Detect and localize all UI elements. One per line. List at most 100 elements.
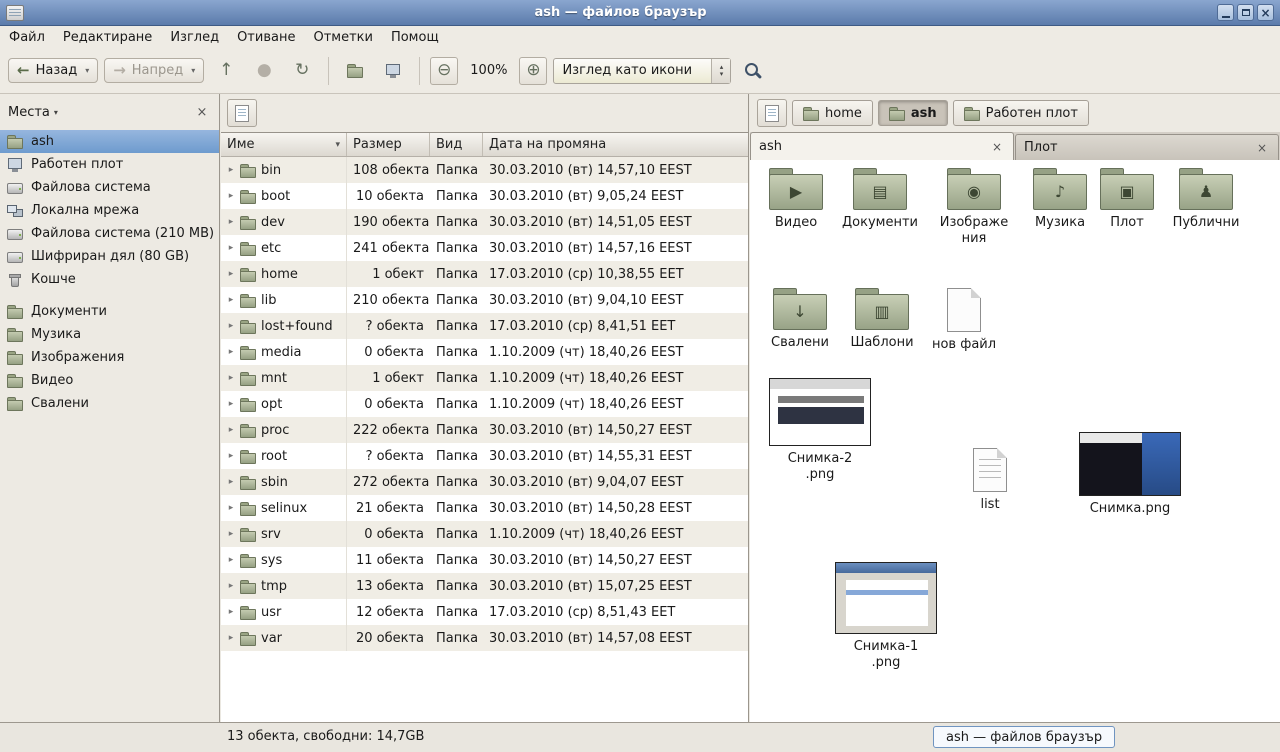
table-row[interactable]: ▸sys11 обектаПапка30.03.2010 (вт) 14,50,…	[221, 547, 748, 573]
column-header-2[interactable]: Вид	[430, 133, 483, 156]
sidebar-item-3[interactable]: Локална мрежа	[0, 199, 219, 222]
tab-0[interactable]: ash×	[750, 132, 1014, 160]
table-row[interactable]: ▸opt0 обектаПапка1.10.2009 (чт) 18,40,26…	[221, 391, 748, 417]
file-icon-item[interactable]: ♟Публични	[1164, 168, 1248, 231]
pathbar-button-2[interactable]: Работен плот	[953, 100, 1089, 126]
sidebar-item-2[interactable]: Файлова система	[0, 176, 219, 199]
sidebar-item-6[interactable]: Кошче	[0, 268, 219, 291]
expander-icon[interactable]: ▸	[225, 347, 237, 357]
computer-button[interactable]	[377, 55, 409, 87]
sidebar-close-icon[interactable]: ×	[193, 105, 211, 120]
table-row[interactable]: ▸tmp13 обектаПапка30.03.2010 (вт) 15,07,…	[221, 573, 748, 599]
table-row[interactable]: ▸home1 обектПапка17.03.2010 (ср) 10,38,5…	[221, 261, 748, 287]
view-mode-select[interactable]: Изглед като икони ▴▾	[553, 58, 731, 84]
back-dropdown-icon[interactable]: ▾	[85, 66, 89, 75]
sidebar-item-9[interactable]: Музика	[0, 323, 219, 346]
table-row[interactable]: ▸proc222 обектаПапка30.03.2010 (вт) 14,5…	[221, 417, 748, 443]
zoom-out-button[interactable]: ⊖	[430, 57, 458, 85]
expander-icon[interactable]: ▸	[225, 321, 237, 331]
tab-1[interactable]: Плот×	[1015, 134, 1279, 160]
expander-icon[interactable]: ▸	[225, 399, 237, 409]
table-row[interactable]: ▸media0 обектаПапка1.10.2009 (чт) 18,40,…	[221, 339, 748, 365]
file-icon-item[interactable]: Снимка-2.png	[768, 378, 872, 484]
minimize-button[interactable]	[1217, 4, 1234, 21]
expander-icon[interactable]: ▸	[225, 191, 237, 201]
menu-item-4[interactable]: Отметки	[304, 28, 381, 47]
file-icon-item[interactable]: ◉Изображения	[930, 168, 1018, 248]
forward-button[interactable]: → Напред ▾	[104, 58, 204, 83]
file-icon-item[interactable]: list	[956, 448, 1024, 513]
reload-button[interactable]: ↻	[286, 55, 318, 87]
back-button[interactable]: ← Назад ▾	[8, 58, 98, 83]
middle-pane-location-button[interactable]	[227, 99, 257, 127]
menu-item-0[interactable]: Файл	[0, 28, 54, 47]
table-row[interactable]: ▸lib210 обектаПапка30.03.2010 (вт) 9,04,…	[221, 287, 748, 313]
tab-close-icon[interactable]: ×	[989, 140, 1005, 154]
tab-close-icon[interactable]: ×	[1254, 141, 1270, 155]
sidebar-item-10[interactable]: Изображения	[0, 346, 219, 369]
table-row[interactable]: ▸var20 обектаПапка30.03.2010 (вт) 14,57,…	[221, 625, 748, 651]
menu-item-3[interactable]: Отиване	[228, 28, 304, 47]
expander-icon[interactable]: ▸	[225, 373, 237, 383]
file-icon-item[interactable]: Снимка.png	[1078, 432, 1182, 517]
search-button[interactable]	[737, 55, 769, 87]
sidebar-title[interactable]: Места	[8, 105, 50, 120]
expander-icon[interactable]: ▸	[225, 503, 237, 513]
menu-item-2[interactable]: Изглед	[161, 28, 228, 47]
expander-icon[interactable]: ▸	[225, 217, 237, 227]
table-row[interactable]: ▸sbin272 обектаПапка30.03.2010 (вт) 9,04…	[221, 469, 748, 495]
expander-icon[interactable]: ▸	[225, 529, 237, 539]
file-icon-item[interactable]: нов файл	[926, 288, 1002, 353]
expander-icon[interactable]: ▸	[225, 295, 237, 305]
file-icon-item[interactable]: ↓Свалени	[760, 288, 840, 351]
pathbar-root-button[interactable]	[757, 99, 787, 127]
maximize-button[interactable]	[1237, 4, 1254, 21]
expander-icon[interactable]: ▸	[225, 243, 237, 253]
table-row[interactable]: ▸etc241 обектаПапка30.03.2010 (вт) 14,57…	[221, 235, 748, 261]
stop-button[interactable]: ●	[248, 55, 280, 87]
home-button[interactable]	[339, 55, 371, 87]
menu-item-1[interactable]: Редактиране	[54, 28, 161, 47]
expander-icon[interactable]: ▸	[225, 607, 237, 617]
file-icon-item[interactable]: ▣Плот	[1094, 168, 1160, 231]
table-row[interactable]: ▸lost+found? обектаПапка17.03.2010 (ср) …	[221, 313, 748, 339]
pathbar-button-1[interactable]: ash	[878, 100, 948, 126]
up-button[interactable]: ↑	[210, 55, 242, 87]
sidebar-item-11[interactable]: Видео	[0, 369, 219, 392]
expander-icon[interactable]: ▸	[225, 555, 237, 565]
sidebar-item-5[interactable]: Шифриран дял (80 GB)	[0, 245, 219, 268]
expander-icon[interactable]: ▸	[225, 425, 237, 435]
table-row[interactable]: ▸selinux21 обектаПапка30.03.2010 (вт) 14…	[221, 495, 748, 521]
zoom-in-button[interactable]: ⊕	[519, 57, 547, 85]
table-row[interactable]: ▸mnt1 обектПапка1.10.2009 (чт) 18,40,26 …	[221, 365, 748, 391]
close-button[interactable]: ×	[1257, 4, 1274, 21]
forward-dropdown-icon[interactable]: ▾	[191, 66, 195, 75]
sidebar-item-0[interactable]: ash	[0, 130, 219, 153]
pathbar-button-0[interactable]: home	[792, 100, 873, 126]
table-row[interactable]: ▸dev190 обектаПапка30.03.2010 (вт) 14,51…	[221, 209, 748, 235]
table-row[interactable]: ▸srv0 обектаПапка1.10.2009 (чт) 18,40,26…	[221, 521, 748, 547]
file-icon-item[interactable]: ▤Документи	[838, 168, 922, 231]
column-header-0[interactable]: Име▾	[221, 133, 347, 156]
file-icon-item[interactable]: Снимка-1.png	[834, 562, 938, 672]
file-icon-item[interactable]: ▥Шаблони	[842, 288, 922, 351]
chevron-down-icon[interactable]: ▾	[54, 108, 58, 117]
expander-icon[interactable]: ▸	[225, 477, 237, 487]
file-icon-item[interactable]: ♪Музика	[1020, 168, 1100, 231]
table-row[interactable]: ▸usr12 обектаПапка17.03.2010 (ср) 8,51,4…	[221, 599, 748, 625]
sidebar-item-12[interactable]: Свалени	[0, 392, 219, 415]
expander-icon[interactable]: ▸	[225, 581, 237, 591]
menu-item-5[interactable]: Помощ	[382, 28, 448, 47]
column-header-1[interactable]: Размер	[347, 133, 430, 156]
expander-icon[interactable]: ▸	[225, 633, 237, 643]
taskbar-window-button[interactable]: ash — файлов браузър	[933, 726, 1115, 748]
column-header-3[interactable]: Дата на промяна	[483, 133, 748, 156]
table-row[interactable]: ▸bin108 обектаПапка30.03.2010 (вт) 14,57…	[221, 157, 748, 183]
file-icon-item[interactable]: ▶Видео	[754, 168, 838, 231]
table-row[interactable]: ▸root? обектаПапка30.03.2010 (вт) 14,55,…	[221, 443, 748, 469]
table-row[interactable]: ▸boot10 обектаПапка30.03.2010 (вт) 9,05,…	[221, 183, 748, 209]
expander-icon[interactable]: ▸	[225, 165, 237, 175]
sidebar-item-4[interactable]: Файлова система (210 MB)	[0, 222, 219, 245]
expander-icon[interactable]: ▸	[225, 269, 237, 279]
sidebar-item-8[interactable]: Документи	[0, 300, 219, 323]
